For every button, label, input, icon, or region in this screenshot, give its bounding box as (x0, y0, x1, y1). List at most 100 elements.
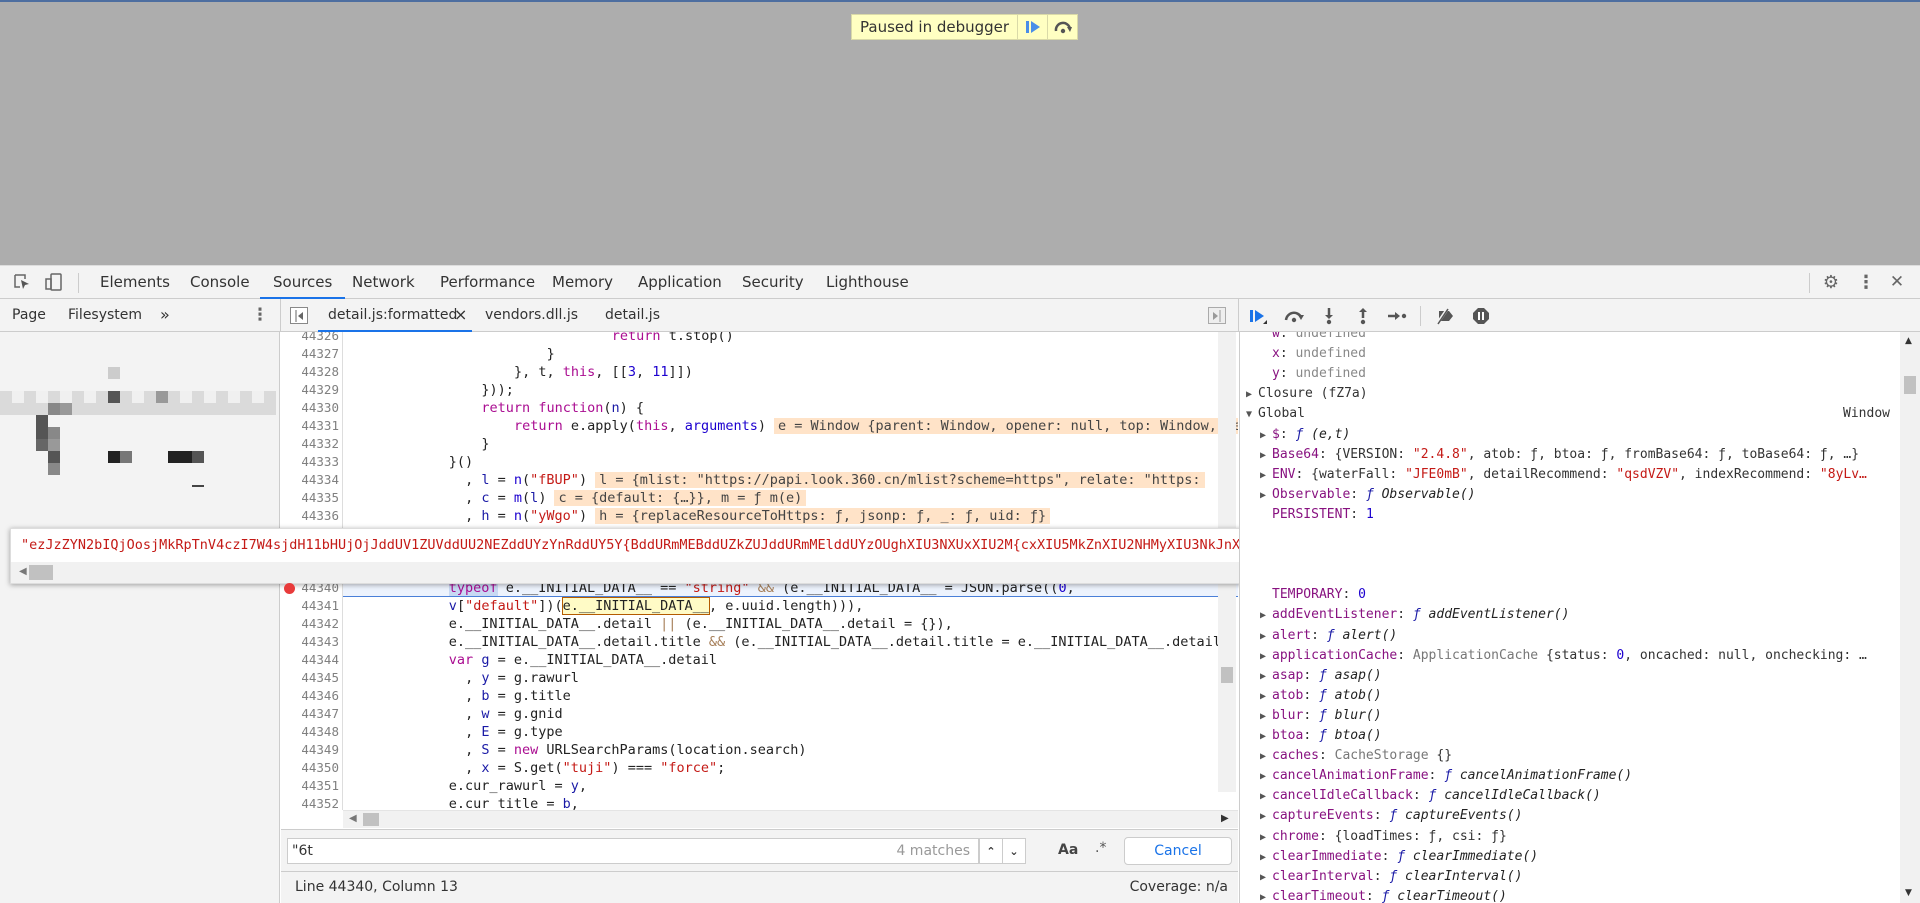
scope-row[interactable]: ▶ caches: CacheStorage {} (1260, 746, 1896, 766)
file-tab-detail[interactable]: detail.js (605, 299, 660, 331)
collapsed-triangle-icon[interactable]: ▶ (1260, 426, 1272, 446)
collapsed-triangle-icon[interactable]: ▶ (1260, 687, 1272, 707)
line-number[interactable]: 44348 (281, 723, 339, 741)
regex-toggle[interactable]: .* (1095, 840, 1106, 856)
line-number[interactable]: 44334 (281, 471, 339, 489)
collapsed-triangle-icon[interactable]: ▶ (1260, 868, 1272, 888)
code-line[interactable]: e.cur_rawurl = y, (449, 777, 587, 795)
previous-match-icon[interactable]: ⌃ (979, 838, 1003, 864)
navigator-selected-row[interactable] (0, 403, 276, 415)
more-tabs-chevron-icon[interactable]: » (160, 299, 170, 331)
code-line[interactable]: , E = g.type (465, 723, 563, 741)
line-number[interactable]: 44326 (281, 332, 339, 345)
collapsed-triangle-icon[interactable]: ▶ (1260, 707, 1272, 727)
file-tab-vendors[interactable]: vendors.dll.js (485, 299, 578, 331)
tab-sources[interactable]: Sources (260, 266, 346, 299)
scrollbar-thumb[interactable] (1904, 376, 1916, 394)
scope-row[interactable]: ▶ $: ƒ (e,t) (1260, 425, 1896, 445)
file-navigator-pixelated[interactable] (0, 332, 280, 903)
line-number[interactable]: 44343 (281, 633, 339, 651)
scope-row[interactable]: ▶ Base64: {VERSION: "2.4.8", atob: ƒ, bto… (1260, 445, 1896, 465)
line-number[interactable]: 44344 (281, 651, 339, 669)
code-line[interactable]: , S = new URLSearchParams(location.searc… (465, 741, 806, 759)
code-line[interactable]: return e.apply(this, arguments) e = Windo… (514, 417, 1238, 435)
navigator-tab-page[interactable]: Page (12, 299, 46, 331)
resume-script-icon[interactable] (1246, 305, 1270, 327)
close-devtools-icon[interactable]: ✕ (1886, 271, 1908, 293)
tab-security[interactable]: Security (742, 266, 804, 299)
scope-vertical-scrollbar[interactable]: ▲ ▼ (1900, 332, 1920, 903)
scroll-right-icon[interactable]: ▶ (1221, 813, 1229, 824)
step-icon[interactable] (1386, 305, 1408, 327)
collapsed-triangle-icon[interactable]: ▶ (1260, 807, 1272, 827)
match-case-toggle[interactable]: Aa (1058, 842, 1078, 858)
line-number[interactable]: 44331 (281, 417, 339, 435)
scope-row[interactable]: ▶ clearTimeout: ƒ clearTimeout() (1260, 887, 1896, 903)
inspect-element-icon[interactable] (12, 272, 32, 292)
code-line[interactable]: , h = n("yWgo") h = {replaceResourceToHtt… (465, 507, 1051, 525)
collapsed-triangle-icon[interactable]: ▶ (1260, 667, 1272, 687)
line-number[interactable]: 44333 (281, 453, 339, 471)
tab-lighthouse[interactable]: Lighthouse (826, 266, 909, 299)
line-number[interactable]: 44327 (281, 345, 339, 363)
breakpoint-marker[interactable] (284, 583, 295, 594)
scope-row[interactable]: ▶ clearImmediate: ƒ clearImmediate() (1260, 847, 1896, 867)
toggle-debugger-icon[interactable] (1208, 307, 1226, 324)
step-into-icon[interactable] (1318, 305, 1340, 327)
code-line[interactable]: e.__INITIAL_DATA__.detail || (e.__INITIA… (449, 615, 953, 633)
tab-application[interactable]: Application (638, 266, 722, 299)
scope-row[interactable]: ▶ alert: ƒ alert() (1260, 626, 1896, 646)
code-line[interactable]: })); (481, 381, 514, 399)
scope-row[interactable]: ▶ Closure (fZ7a) (1246, 384, 1896, 404)
close-tab-icon[interactable]: × (454, 299, 467, 331)
step-out-icon[interactable] (1352, 305, 1374, 327)
scroll-up-icon[interactable]: ▲ (1905, 336, 1912, 346)
line-number[interactable]: 44345 (281, 669, 339, 687)
line-number[interactable]: 44332 (281, 435, 339, 453)
line-number[interactable]: 44336 (281, 507, 339, 525)
code-line[interactable]: , b = g.title (465, 687, 571, 705)
resume-icon[interactable] (1017, 15, 1047, 39)
scope-row[interactable]: ▶ cancelIdleCallback: ƒ cancelIdleCallbac… (1260, 786, 1896, 806)
line-number[interactable]: 44328 (281, 363, 339, 381)
line-number[interactable]: 44351 (281, 777, 339, 795)
scope-row[interactable]: ▶ cancelAnimationFrame: ƒ cancelAnimation… (1260, 766, 1896, 786)
collapsed-triangle-icon[interactable]: ▶ (1260, 828, 1272, 848)
code-line[interactable]: e.cur_title = b, (449, 795, 579, 810)
tab-elements[interactable]: Elements (100, 266, 170, 299)
scope-row[interactable]: ▶ captureEvents: ƒ captureEvents() (1260, 806, 1896, 826)
code-line[interactable]: } (481, 435, 489, 453)
code-line[interactable]: return function(n) { (481, 399, 644, 417)
code-line[interactable]: return t.stop() (612, 332, 734, 345)
line-number[interactable]: 44341 (281, 597, 339, 615)
code-line[interactable]: } (547, 345, 555, 363)
line-number[interactable]: 44352 (281, 795, 339, 810)
scope-row[interactable]: ▶ btoa: ƒ btoa() (1260, 726, 1896, 746)
code-line[interactable]: }() (449, 453, 473, 471)
scope-row[interactable]: ▶ Observable: ƒ Observable() (1260, 485, 1896, 505)
code-line[interactable]: , w = g.gnid (465, 705, 563, 723)
device-toolbar-icon[interactable] (44, 272, 64, 292)
collapsed-triangle-icon[interactable]: ▶ (1260, 747, 1272, 767)
settings-gear-icon[interactable]: ⚙ (1820, 271, 1842, 293)
scrollbar-thumb[interactable] (1221, 667, 1233, 683)
code-line[interactable]: , l = n("fBUP") l = {mlist: "https://papi… (465, 471, 1205, 489)
tab-memory[interactable]: Memory (552, 266, 613, 299)
search-input[interactable]: "6t 4 matches (287, 838, 979, 864)
collapsed-triangle-icon[interactable]: ▶ (1260, 627, 1272, 647)
scope-row[interactable]: ▶ ENV: {waterFall: "JFE0mB", detailRecomm… (1260, 465, 1896, 485)
tab-performance[interactable]: Performance (440, 266, 535, 299)
collapsed-triangle-icon[interactable]: ▶ (1260, 787, 1272, 807)
collapsed-triangle-icon[interactable]: ▶ (1246, 385, 1258, 405)
toggle-navigator-icon[interactable] (290, 307, 308, 324)
code-line[interactable]: , c = m(l) c = {default: {…}}, m = ƒ m(e) (465, 489, 807, 507)
scrollbar-thumb[interactable] (29, 565, 53, 580)
expanded-triangle-icon[interactable]: ▼ (1246, 405, 1258, 425)
scope-row[interactable]: ▶ atob: ƒ atob() (1260, 686, 1896, 706)
collapsed-triangle-icon[interactable]: ▶ (1260, 466, 1272, 486)
scroll-left-icon[interactable]: ◀ (349, 813, 357, 824)
line-number[interactable]: 44330 (281, 399, 339, 417)
code-line[interactable]: v["default"])(e.__INITIAL_DATA__, e.uuid… (449, 597, 863, 615)
pause-on-exceptions-icon[interactable] (1470, 305, 1492, 327)
collapsed-triangle-icon[interactable]: ▶ (1260, 767, 1272, 787)
